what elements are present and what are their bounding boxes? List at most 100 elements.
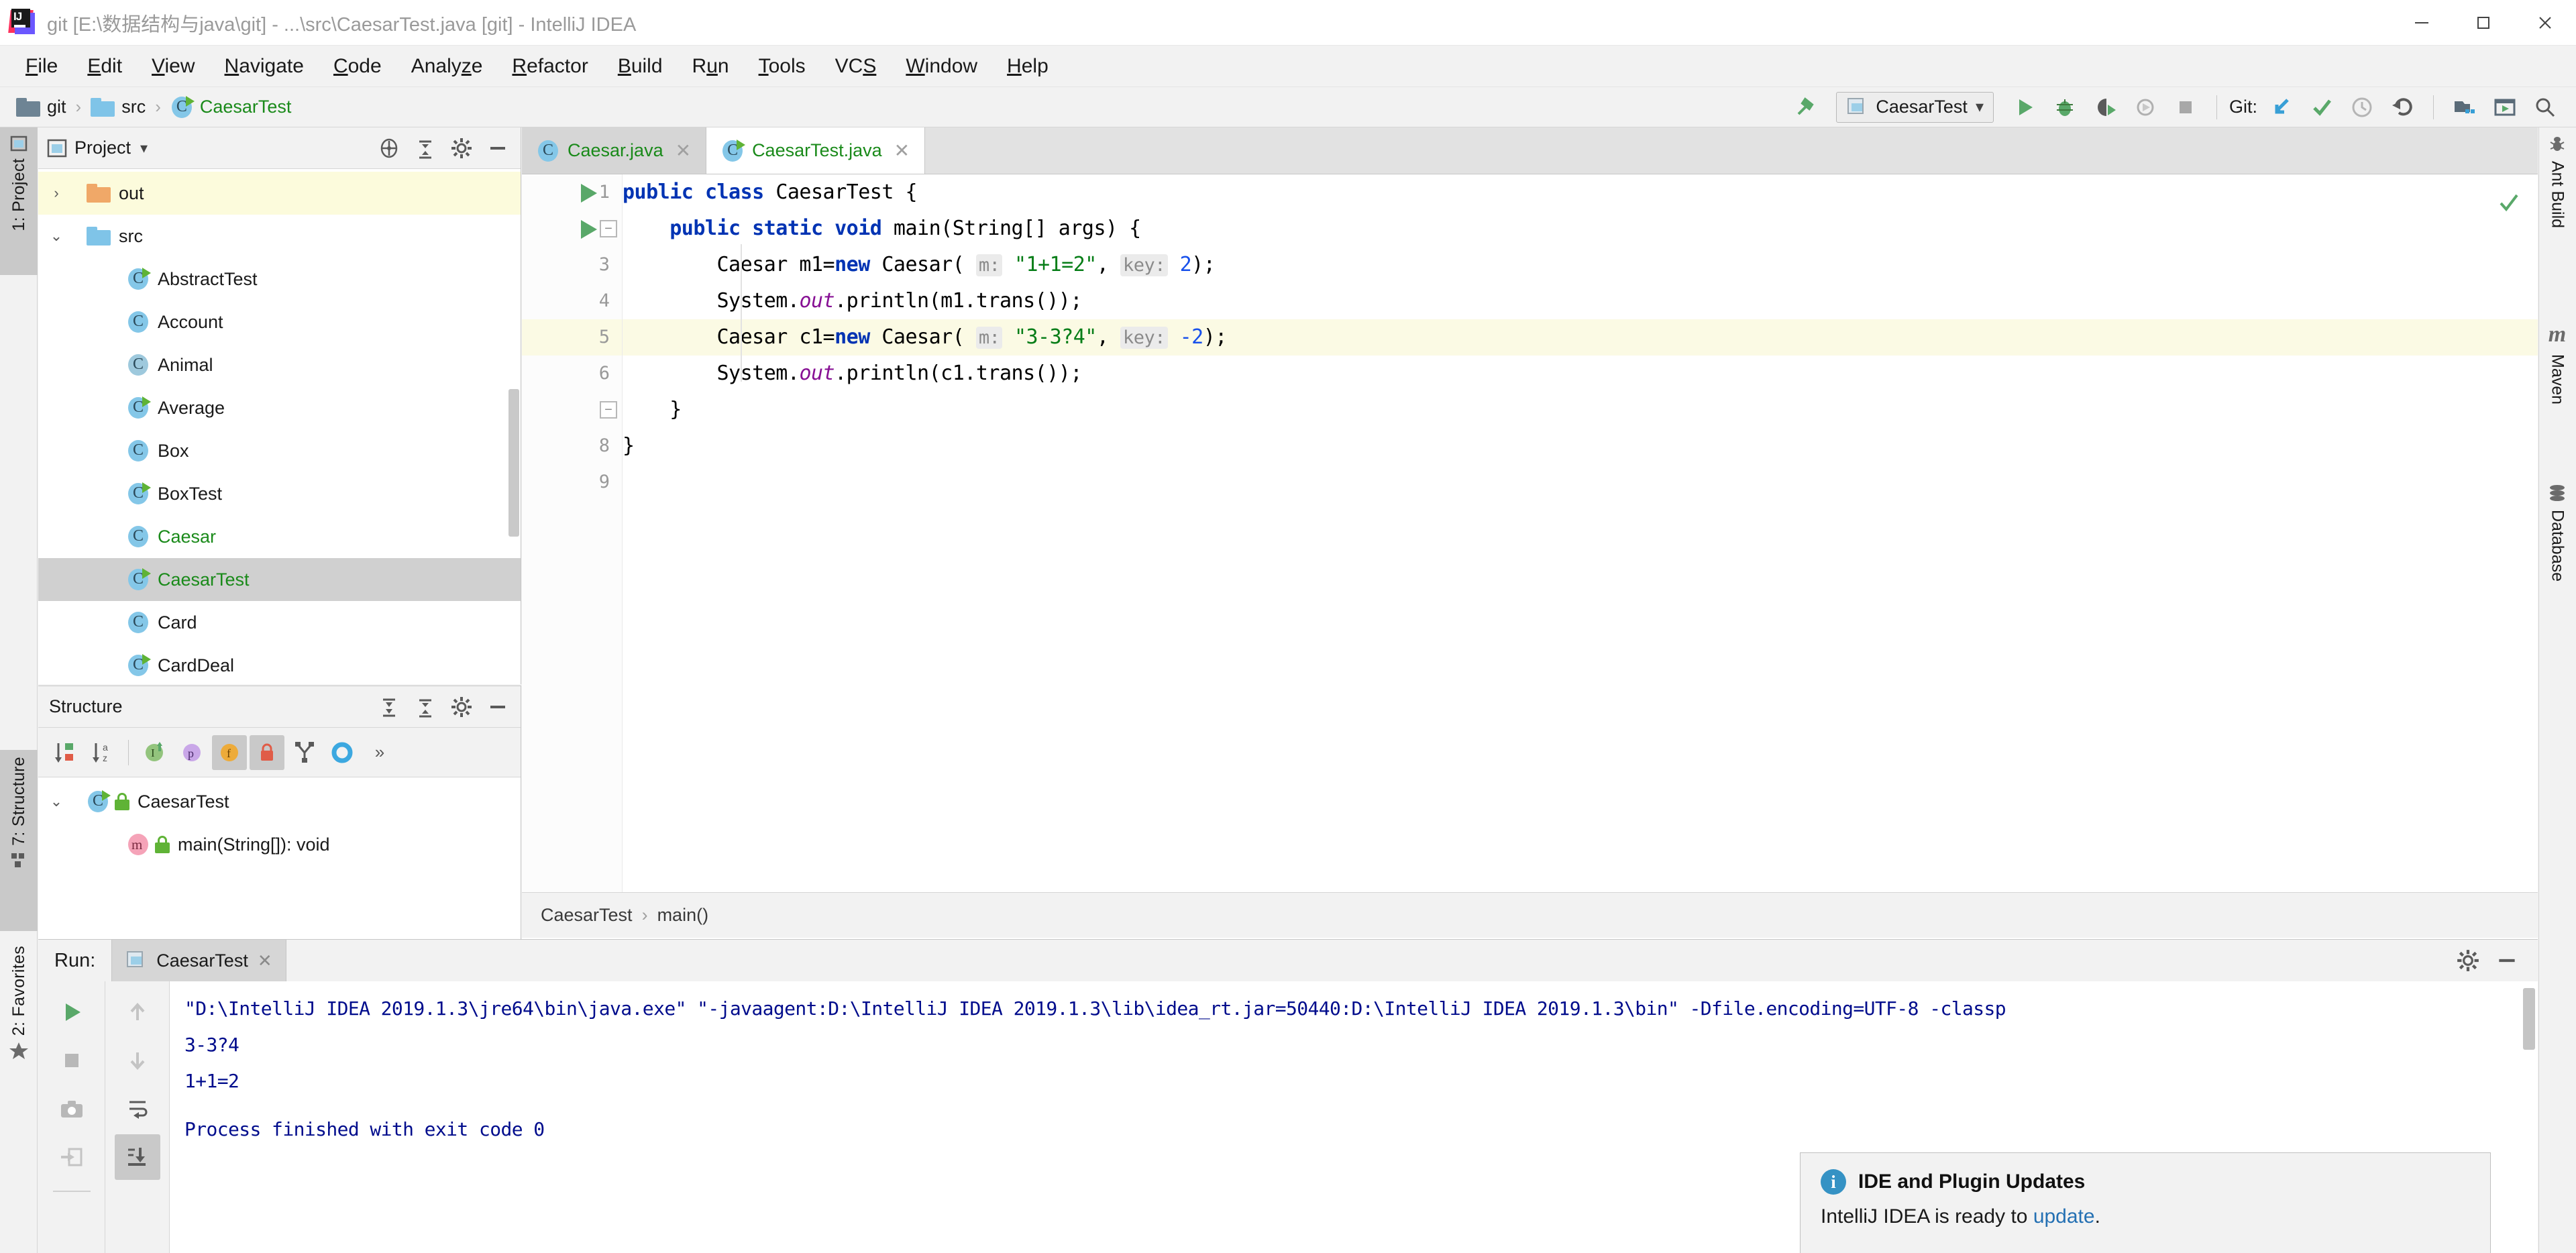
line-number[interactable]: 9 <box>522 464 622 500</box>
stop-button[interactable] <box>2167 90 2204 125</box>
menu-item-help[interactable]: Help <box>992 52 1063 80</box>
run-configuration-selector[interactable]: CaesarTest ▾ <box>1836 91 1994 123</box>
update-project-button[interactable] <box>2263 90 2300 125</box>
minimize-button[interactable] <box>2391 0 2453 46</box>
maximize-button[interactable] <box>2453 0 2514 46</box>
run-tab[interactable]: CaesarTest ✕ <box>111 940 286 981</box>
tree-item-src[interactable]: ⌄ src <box>38 215 521 258</box>
tree-item-average[interactable]: C Average <box>38 386 521 429</box>
rollback-button[interactable] <box>2383 90 2421 125</box>
notification-popup[interactable]: i IDE and Plugin Updates IntelliJ IDEA i… <box>1800 1152 2491 1253</box>
more-button[interactable]: » <box>362 735 397 770</box>
tree-item-account[interactable]: C Account <box>38 301 521 343</box>
run-with-coverage-button[interactable] <box>2086 90 2124 125</box>
search-icon[interactable] <box>2526 90 2564 125</box>
close-button[interactable] <box>2514 0 2576 46</box>
sidebar-item-ant-build[interactable]: Ant Build <box>2538 127 2576 228</box>
structure-item-main[interactable]: m main(String[]): void <box>38 823 521 866</box>
line-number[interactable]: 3 <box>522 247 622 283</box>
tree-item-boxtest[interactable]: C BoxTest <box>38 472 521 515</box>
code-line[interactable]: System.out.println(m1.trans()); <box>623 283 2538 319</box>
collapse-all-button[interactable] <box>411 133 440 163</box>
show-properties-button[interactable]: p <box>174 735 209 770</box>
breadcrumb-item-src[interactable]: src <box>85 95 151 119</box>
debug-button[interactable] <box>2046 90 2084 125</box>
sidebar-item-database[interactable]: Database <box>2538 476 2576 582</box>
editor-gutter[interactable]: 123456789 <box>522 174 623 892</box>
gear-icon[interactable] <box>2453 946 2483 975</box>
close-icon[interactable]: ✕ <box>258 950 272 971</box>
line-number[interactable]: 1 <box>522 174 622 211</box>
breadcrumb-item-caesartest[interactable]: C CaesarTest <box>165 95 297 120</box>
close-icon[interactable]: ✕ <box>676 140 691 162</box>
close-icon[interactable]: ✕ <box>894 140 910 162</box>
tree-item-caesar[interactable]: C Caesar <box>38 515 521 558</box>
menu-item-refactor[interactable]: Refactor <box>497 52 602 80</box>
code-line[interactable]: public static void main(String[] args) { <box>623 211 2538 247</box>
code-content[interactable]: public class CaesarTest { public static … <box>623 174 2538 892</box>
show-anonymous-button[interactable] <box>287 735 322 770</box>
arrow-up-icon[interactable] <box>115 989 160 1035</box>
editor-tab-caesartest-java[interactable]: C CaesarTest.java ✕ <box>706 127 926 174</box>
menu-item-code[interactable]: Code <box>319 52 396 80</box>
collapse-all-button[interactable] <box>411 692 440 722</box>
export-button[interactable] <box>49 1134 95 1180</box>
sidebar-item-structure[interactable]: 7: Structure <box>0 750 38 931</box>
minus-icon[interactable] <box>483 692 513 722</box>
menu-item-run[interactable]: Run <box>678 52 744 80</box>
code-editor[interactable]: 123456789 public class CaesarTest { publ… <box>522 174 2538 892</box>
breadcrumb-item-git[interactable]: git <box>11 95 72 119</box>
expand-all-button[interactable] <box>374 692 404 722</box>
chevron-right-icon[interactable]: › <box>45 184 68 202</box>
select-run-target-button[interactable] <box>2486 90 2524 125</box>
soft-wrap-icon[interactable] <box>115 1086 160 1132</box>
show-interfaces-button[interactable] <box>325 735 360 770</box>
code-fold-end-marker[interactable]: − <box>600 401 617 419</box>
tree-item-abstracttest[interactable]: C AbstractTest <box>38 258 521 301</box>
code-line[interactable]: Caesar c1=new Caesar( m: "3-3?4", key: -… <box>623 319 2538 356</box>
sidebar-item-project[interactable]: 1: Project <box>0 127 38 275</box>
code-fold-marker[interactable]: − <box>600 220 617 237</box>
line-number[interactable]: 5 <box>522 319 622 356</box>
code-line[interactable]: } <box>623 428 2538 464</box>
rerun-button[interactable] <box>49 989 95 1035</box>
camera-icon[interactable] <box>49 1086 95 1132</box>
project-structure-button[interactable] <box>2446 90 2483 125</box>
chevron-down-icon[interactable]: ⌄ <box>45 227 68 245</box>
scroll-from-source-button[interactable] <box>374 133 404 163</box>
run-button[interactable] <box>2006 90 2043 125</box>
structure-item-caesartest[interactable]: ⌄ C CaesarTest <box>38 780 521 823</box>
lock-icon[interactable] <box>250 734 284 770</box>
scroll-to-end-icon[interactable] <box>114 1134 160 1180</box>
menu-item-build[interactable]: Build <box>603 52 678 80</box>
tree-item-carddeal[interactable]: C CardDeal <box>38 644 521 687</box>
editor-tab-caesar-java[interactable]: C Caesar.java ✕ <box>522 127 707 174</box>
code-line[interactable]: Caesar m1=new Caesar( m: "1+1=2", key: 2… <box>623 247 2538 283</box>
menu-item-tools[interactable]: Tools <box>744 52 820 80</box>
minus-icon[interactable] <box>483 133 513 163</box>
show-fields-button[interactable]: f <box>212 734 247 770</box>
arrow-down-icon[interactable] <box>115 1038 160 1083</box>
commit-button[interactable] <box>2303 90 2341 125</box>
menu-item-vcs[interactable]: VCS <box>820 52 892 80</box>
hide-run-panel-button[interactable] <box>2492 946 2522 975</box>
tree-item-box[interactable]: C Box <box>38 429 521 472</box>
run-gutter-marker[interactable] <box>581 184 597 203</box>
tree-item-card[interactable]: C Card <box>38 601 521 644</box>
chevron-down-icon[interactable]: ▾ <box>140 140 148 157</box>
stop-button[interactable] <box>49 1038 95 1083</box>
menu-item-edit[interactable]: Edit <box>72 52 137 80</box>
line-number[interactable]: 6 <box>522 356 622 392</box>
sidebar-item-favorites[interactable]: 2: Favorites <box>0 939 38 1127</box>
menu-item-navigate[interactable]: Navigate <box>210 52 319 80</box>
breadcrumb-method[interactable]: main() <box>657 905 709 926</box>
sort-by-visibility-button[interactable] <box>48 735 83 770</box>
code-line[interactable] <box>623 464 2538 500</box>
menu-item-view[interactable]: View <box>137 52 209 80</box>
gear-icon[interactable] <box>447 133 476 163</box>
menu-item-file[interactable]: File <box>11 52 72 80</box>
code-line[interactable]: public class CaesarTest { <box>623 174 2538 211</box>
sidebar-item-maven[interactable]: m Maven <box>2538 315 2576 404</box>
history-button[interactable] <box>2343 90 2381 125</box>
chevron-down-icon[interactable]: ⌄ <box>45 793 68 810</box>
